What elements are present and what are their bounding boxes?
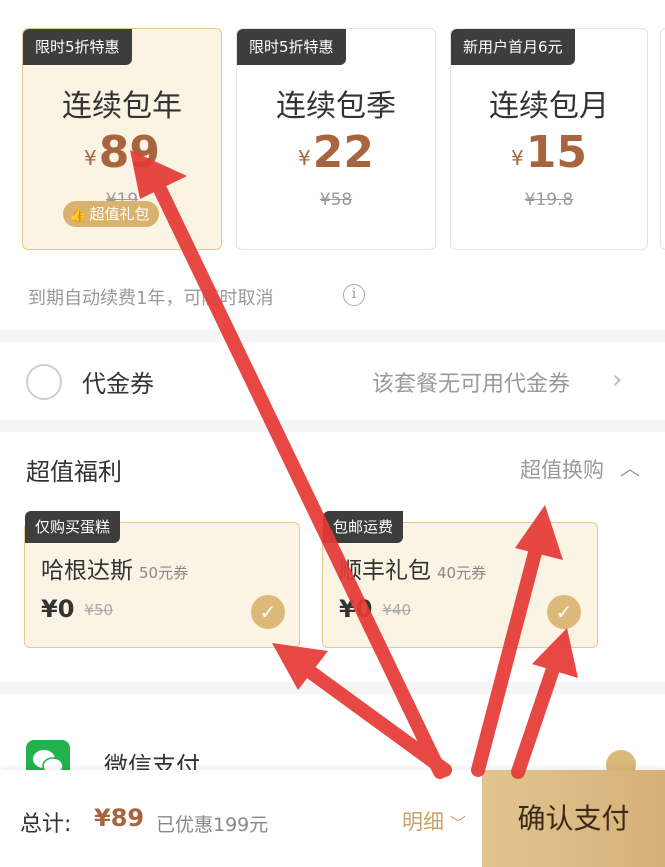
plan-card-partial[interactable] bbox=[660, 28, 665, 250]
chevron-right-icon[interactable]: › bbox=[612, 365, 622, 395]
total-label: 总计: bbox=[20, 812, 72, 837]
arrow-to-benefit-card bbox=[272, 643, 452, 777]
benefit-name: 哈根达斯 50元券 bbox=[41, 551, 188, 585]
benefit-name-text: 顺丰礼包 bbox=[339, 558, 431, 584]
benefit-original-price: ¥50 bbox=[84, 601, 114, 619]
renew-note: 到期自动续费1年，可随时取消 bbox=[28, 288, 274, 309]
plan-price: ¥22 bbox=[237, 127, 435, 178]
plan-price: ¥89 bbox=[23, 127, 221, 178]
benefit-card-sf-gift[interactable]: 包邮运费 顺丰礼包 40元券 ¥0 ¥40 ✓ bbox=[322, 511, 598, 648]
plan-title: 连续包年 bbox=[62, 89, 182, 124]
plan-tag: 限时5折特惠 bbox=[237, 29, 346, 65]
plan-title: 连续包季 bbox=[276, 89, 396, 124]
voucher-label: 代金券 bbox=[82, 370, 154, 398]
check-icon[interactable]: ✓ bbox=[547, 595, 581, 629]
benefit-card-haagen-dazs[interactable]: 仅购买蛋糕 哈根达斯 50元券 ¥0 ¥50 ✓ bbox=[24, 511, 300, 648]
benefit-sub: 50元券 bbox=[139, 564, 189, 582]
currency-symbol: ¥ bbox=[511, 146, 524, 170]
benefit-price-value: ¥0 bbox=[41, 595, 75, 623]
benefit-price: ¥0 ¥40 bbox=[339, 595, 411, 623]
plan-card-quarterly[interactable]: 限时5折特惠 连续包季 ¥22 ¥58 bbox=[236, 28, 436, 250]
benefit-name-text: 哈根达斯 bbox=[41, 558, 133, 584]
plan-card-monthly[interactable]: 新用户首月6元 连续包月 ¥15 ¥19.8 bbox=[450, 28, 648, 250]
plan-title: 连续包月 bbox=[489, 89, 609, 124]
plan-original-price: ¥19.8 bbox=[524, 190, 574, 210]
arrow-to-check-icon bbox=[511, 628, 578, 779]
plan-original-price: ¥58 bbox=[319, 190, 353, 210]
info-icon[interactable]: i bbox=[343, 284, 365, 306]
section-divider bbox=[0, 420, 665, 432]
benefit-name: 顺丰礼包 40元券 bbox=[339, 551, 486, 585]
currency-symbol: ¥ bbox=[84, 146, 97, 170]
benefit-price: ¥0 ¥50 bbox=[41, 595, 113, 623]
benefit-link[interactable]: 超值换购 bbox=[520, 454, 604, 484]
total-amount: ¥89 bbox=[94, 804, 145, 832]
voucher-radio[interactable] bbox=[26, 364, 62, 400]
chevron-up-icon[interactable]: ︿ bbox=[620, 452, 640, 481]
section-divider bbox=[0, 330, 665, 342]
section-divider bbox=[0, 682, 665, 694]
benefit-original-price: ¥40 bbox=[382, 601, 412, 619]
plan-price: ¥15 bbox=[451, 127, 647, 178]
saved-amount: 已优惠199元 bbox=[156, 814, 269, 836]
detail-toggle[interactable]: 明细 ﹀ bbox=[402, 806, 466, 836]
price-number: 22 bbox=[312, 127, 374, 178]
chevron-down-icon: ﹀ bbox=[450, 814, 467, 833]
check-icon[interactable]: ✓ bbox=[251, 595, 285, 629]
benefit-price-value: ¥0 bbox=[339, 595, 373, 623]
plan-card-yearly[interactable]: 限时5折特惠 连续包年 ¥89 ¥19 👍 超值礼包 bbox=[22, 28, 222, 250]
benefit-tag: 包邮运费 bbox=[323, 511, 404, 543]
thumb-up-icon: 👍 bbox=[69, 207, 87, 223]
plan-tag: 限时5折特惠 bbox=[23, 29, 132, 65]
gift-badge: 👍 超值礼包 bbox=[63, 201, 160, 227]
price-number: 89 bbox=[98, 127, 160, 178]
benefit-sub: 40元券 bbox=[437, 564, 487, 582]
plan-tag: 新用户首月6元 bbox=[451, 29, 575, 65]
badge-label: 超值礼包 bbox=[89, 205, 150, 223]
confirm-pay-button[interactable]: 确认支付 bbox=[482, 770, 665, 867]
currency-symbol: ¥ bbox=[298, 146, 311, 170]
voucher-note[interactable]: 该套餐无可用代金券 bbox=[372, 366, 570, 398]
benefit-title: 超值福利 bbox=[26, 458, 122, 486]
benefit-tag: 仅购买蛋糕 bbox=[25, 511, 121, 543]
price-number: 15 bbox=[525, 127, 587, 178]
detail-label: 明细 bbox=[402, 810, 444, 834]
